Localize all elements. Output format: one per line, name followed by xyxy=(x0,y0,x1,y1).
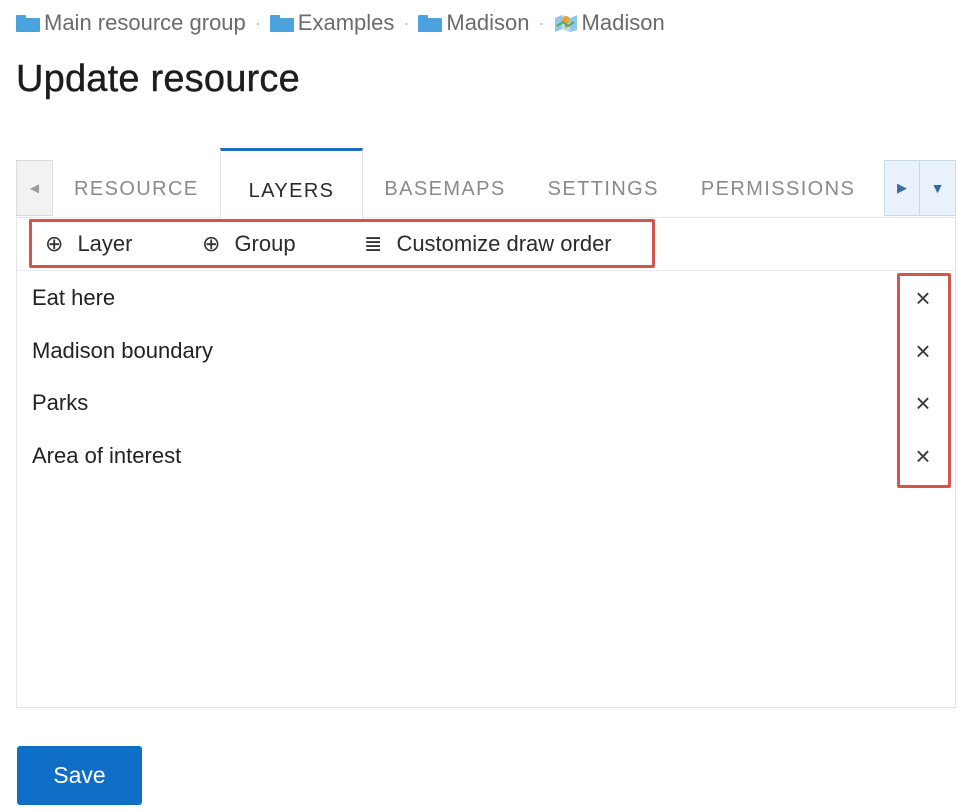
breadcrumb-item-madison-map[interactable]: Madison xyxy=(554,10,665,36)
folder-icon xyxy=(418,14,443,32)
breadcrumb-separator: · xyxy=(538,12,545,33)
save-button[interactable]: Save xyxy=(17,746,142,805)
breadcrumb-separator: · xyxy=(254,12,261,33)
tab-settings[interactable]: SETTINGS xyxy=(527,148,680,218)
layer-name: Eat here xyxy=(32,285,116,311)
layer-name: Parks xyxy=(32,390,89,416)
folder-icon xyxy=(269,14,294,32)
list-item[interactable]: Area of interest × xyxy=(17,430,955,483)
customize-draw-order-label: Customize draw order xyxy=(396,231,612,256)
caret-down-icon: ▼ xyxy=(930,180,945,196)
folder-icon xyxy=(16,14,40,32)
tab-scroll-left-button[interactable]: ◀ xyxy=(16,160,53,216)
breadcrumb-separator: · xyxy=(403,12,410,33)
breadcrumb-item-main-resource-group[interactable]: Main resource group xyxy=(16,10,246,36)
add-layer-label: Layer xyxy=(77,231,133,256)
tab-bar: ◀ RESOURCE LAYERS BASEMAPS SETTINGS PERM… xyxy=(16,148,956,219)
breadcrumb-label: Main resource group xyxy=(44,10,246,35)
tab-permissions[interactable]: PERMISSIONS xyxy=(680,148,876,218)
add-layer-button[interactable]: ⊕ Layer xyxy=(45,228,132,260)
breadcrumb-label: Examples xyxy=(297,10,395,35)
remove-buttons-highlight-box xyxy=(897,273,951,488)
breadcrumb-label: Madison xyxy=(446,10,530,35)
page-title: Update resource xyxy=(16,58,300,100)
caret-left-icon: ◀ xyxy=(29,181,40,195)
tab-resource[interactable]: RESOURCE xyxy=(53,148,220,218)
map-icon xyxy=(554,15,577,32)
breadcrumb: Main resource group · Examples · Madison… xyxy=(16,8,665,38)
tab-more-dropdown[interactable]: ▼ xyxy=(919,160,956,216)
plus-circle-icon: ⊕ xyxy=(45,231,64,256)
list-icon: ≣ xyxy=(364,231,383,256)
breadcrumb-label: Madison xyxy=(581,10,665,35)
plus-circle-icon: ⊕ xyxy=(202,231,221,256)
customize-draw-order-button[interactable]: ≣ Customize draw order xyxy=(364,228,612,260)
layers-panel: ⊕ Layer ⊕ Group ≣ Customize draw order E… xyxy=(16,218,956,708)
tab-list: RESOURCE LAYERS BASEMAPS SETTINGS PERMIS… xyxy=(53,148,876,219)
add-group-label: Group xyxy=(234,231,296,256)
layers-toolbar: ⊕ Layer ⊕ Group ≣ Customize draw order xyxy=(17,218,955,271)
breadcrumb-item-examples[interactable]: Examples xyxy=(269,10,395,36)
tab-basemaps[interactable]: BASEMAPS xyxy=(363,148,526,218)
add-group-button[interactable]: ⊕ Group xyxy=(202,228,296,260)
layer-name: Madison boundary xyxy=(32,337,214,363)
list-item[interactable]: Parks × xyxy=(17,377,955,430)
tab-scroll-right-button[interactable]: ▶ xyxy=(884,160,920,216)
resource-tabs: ◀ RESOURCE LAYERS BASEMAPS SETTINGS PERM… xyxy=(16,148,956,708)
list-item[interactable]: Eat here × xyxy=(17,272,955,325)
layer-name: Area of interest xyxy=(32,442,182,468)
caret-right-icon: ▶ xyxy=(897,180,907,195)
tab-layers[interactable]: LAYERS xyxy=(219,148,364,219)
list-item[interactable]: Madison boundary × xyxy=(17,325,955,378)
breadcrumb-item-madison-group[interactable]: Madison xyxy=(418,10,530,36)
layer-list: Eat here × Madison boundary × Parks × Ar… xyxy=(17,272,955,482)
